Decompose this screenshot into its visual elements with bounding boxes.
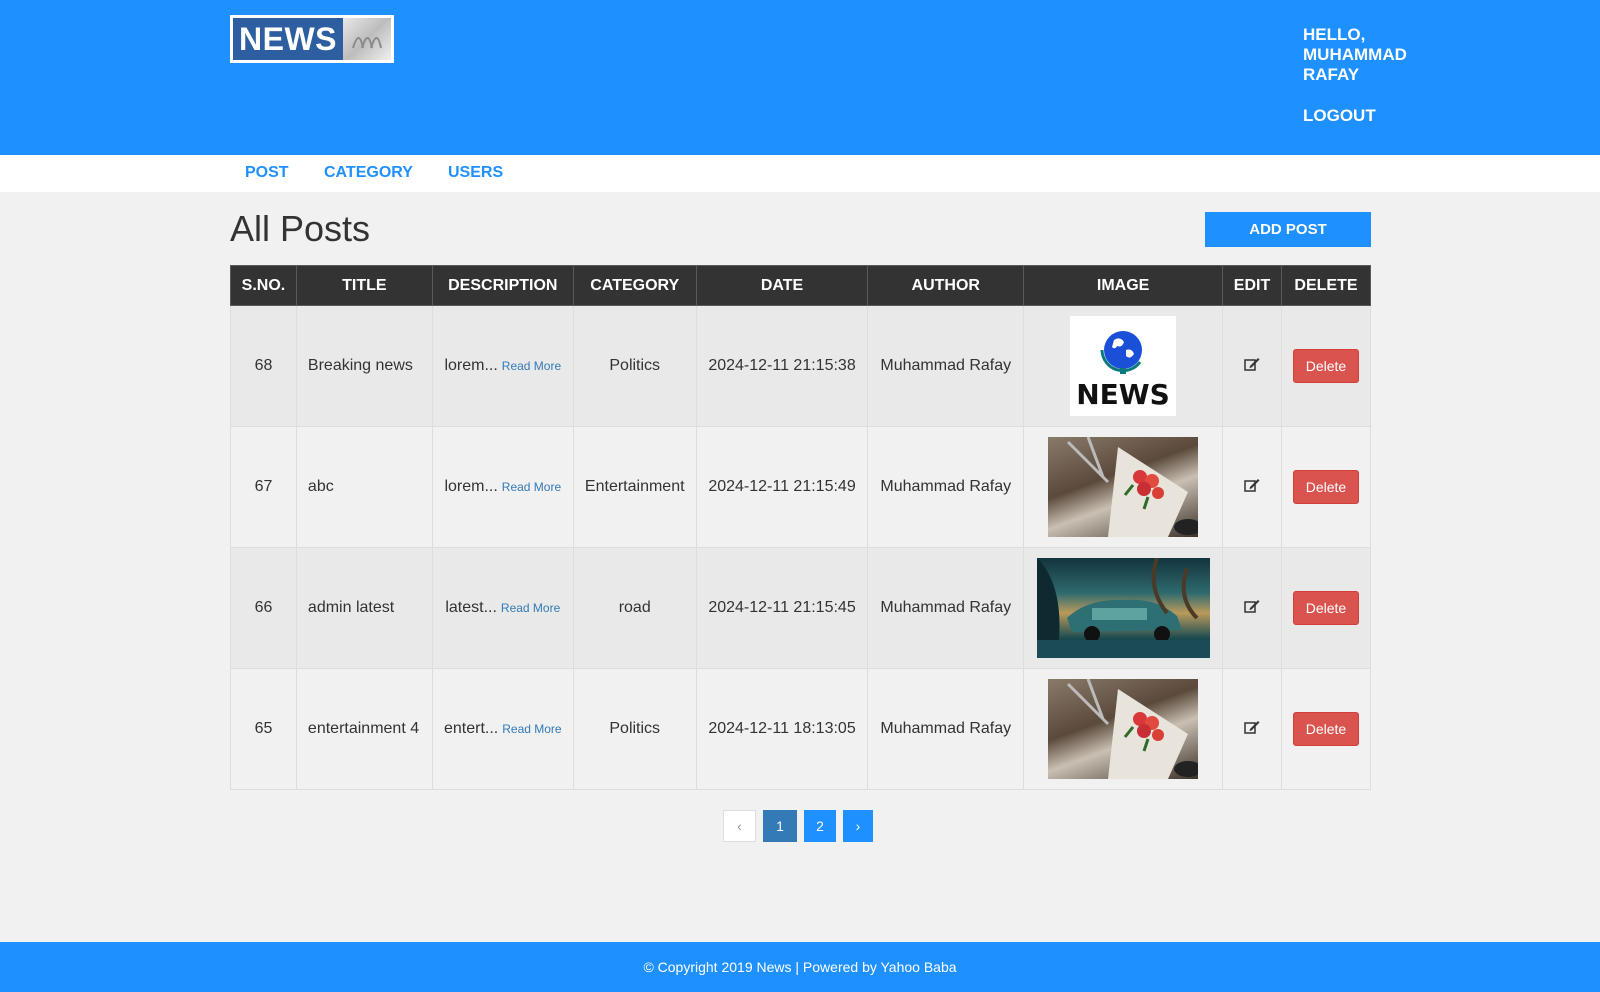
cell-edit [1222, 668, 1282, 790]
delete-button[interactable]: Delete [1292, 349, 1359, 383]
description-text: entert... [443, 720, 499, 737]
header-description: DESCRIPTION [431, 265, 574, 306]
cell-description: latest... Read More [431, 547, 574, 669]
cell-description: lorem... Read More [431, 305, 574, 427]
cell-title: admin latest [295, 547, 433, 669]
cell-category: road [572, 547, 697, 669]
table-row: 67 abc lorem... Read More Entertainment 2… [230, 426, 1372, 548]
pagination-page-2[interactable]: 2 [804, 810, 836, 842]
read-more-link[interactable]: Read More [502, 480, 561, 494]
cell-date: 2024-12-11 21:15:49 [695, 426, 869, 548]
post-thumbnail [1036, 558, 1210, 658]
cell-description: lorem... Read More [431, 426, 574, 548]
main-menu: POST CATEGORY USERS [0, 155, 1600, 192]
cell-image [1023, 426, 1224, 548]
cell-date: 2024-12-11 21:15:38 [695, 305, 869, 427]
table-row: 68 Breaking news lorem... Read More Polit… [230, 305, 1372, 427]
cell-description: entert... Read More [431, 668, 574, 790]
cell-image: NEWS [1023, 305, 1224, 427]
table-row: 66 admin latest latest... Read More road … [230, 547, 1372, 669]
abc-logo-icon [343, 18, 391, 60]
cell-delete: Delete [1280, 547, 1372, 669]
header-date: DATE [695, 265, 869, 306]
read-more-link[interactable]: Read More [502, 722, 561, 736]
header-image: IMAGE [1023, 265, 1224, 306]
cell-sno: 67 [230, 426, 297, 548]
header-delete: DELETE [1280, 265, 1372, 306]
cell-category: Politics [572, 305, 697, 427]
pagination-page-1[interactable]: 1 [763, 810, 797, 842]
header-edit: EDIT [1222, 265, 1282, 306]
edit-icon[interactable] [1244, 357, 1260, 376]
post-thumbnail [1048, 679, 1199, 779]
site-logo[interactable]: NEWS [230, 15, 394, 63]
read-more-link[interactable]: Read More [502, 359, 561, 373]
cell-author: Muhammad Rafay [867, 547, 1025, 669]
cell-category: Politics [572, 668, 697, 790]
menu-item-post[interactable]: POST [245, 164, 289, 182]
cell-author: Muhammad Rafay [867, 426, 1025, 548]
cell-edit [1222, 305, 1282, 427]
post-thumbnail: NEWS [1070, 316, 1177, 416]
pagination-next[interactable]: › [843, 810, 873, 842]
cell-title: abc [295, 426, 433, 548]
menu-item-category[interactable]: CATEGORY [324, 164, 413, 182]
posts-table: S.NO. TITLE DESCRIPTION CATEGORY DATE AU… [230, 265, 1372, 790]
cell-delete: Delete [1280, 426, 1372, 548]
menu-item-users[interactable]: USERS [448, 164, 503, 182]
edit-icon[interactable] [1244, 478, 1260, 497]
delete-button[interactable]: Delete [1292, 712, 1359, 746]
cell-edit [1222, 547, 1282, 669]
cell-title: entertainment 4 [295, 668, 433, 790]
delete-button[interactable]: Delete [1292, 470, 1359, 504]
page-title: All Posts [230, 208, 371, 249]
cell-title: Breaking news [295, 305, 433, 427]
post-thumbnail [1048, 437, 1199, 537]
description-text: latest... [445, 599, 497, 616]
logout-link[interactable]: LOGOUT [1303, 106, 1376, 126]
pagination: ‹ 1 2 › [723, 810, 880, 842]
edit-icon[interactable] [1244, 720, 1260, 739]
cell-date: 2024-12-11 18:13:05 [695, 668, 869, 790]
description-text: lorem... [444, 357, 498, 374]
header-title: TITLE [295, 265, 433, 306]
cell-edit [1222, 426, 1282, 548]
cell-sno: 65 [230, 668, 297, 790]
table-row: 65 entertainment 4 entert... Read More Po… [230, 668, 1372, 790]
read-more-link[interactable]: Read More [501, 601, 560, 615]
pagination-prev[interactable]: ‹ [723, 810, 756, 842]
cell-author: Muhammad Rafay [867, 668, 1025, 790]
thumbnail-news-text: NEWS [1076, 378, 1170, 411]
cell-delete: Delete [1280, 668, 1372, 790]
cell-image [1023, 668, 1224, 790]
cell-sno: 66 [230, 547, 297, 669]
cell-delete: Delete [1280, 305, 1372, 427]
logo-text: NEWS [233, 18, 343, 60]
user-greeting: HELLO, MUHAMMAD RAFAY [1303, 25, 1407, 84]
header-author: AUTHOR [867, 265, 1025, 306]
cell-date: 2024-12-11 21:15:45 [695, 547, 869, 669]
header-sno: S.NO. [230, 265, 297, 306]
site-header: NEWS HELLO, MUHAMMAD RAFAY LOGOUT [0, 0, 1600, 155]
add-post-button[interactable]: ADD POST [1205, 212, 1371, 247]
cell-image [1023, 547, 1224, 669]
description-text: lorem... [444, 478, 498, 495]
cell-author: Muhammad Rafay [867, 305, 1025, 427]
edit-icon[interactable] [1244, 599, 1260, 618]
table-header-row: S.NO. TITLE DESCRIPTION CATEGORY DATE AU… [230, 265, 1372, 306]
site-footer: © Copyright 2019 News | Powered by Yahoo… [0, 942, 1600, 992]
delete-button[interactable]: Delete [1292, 591, 1359, 625]
header-category: CATEGORY [572, 265, 697, 306]
cell-category: Entertainment [572, 426, 697, 548]
cell-sno: 68 [230, 305, 297, 427]
